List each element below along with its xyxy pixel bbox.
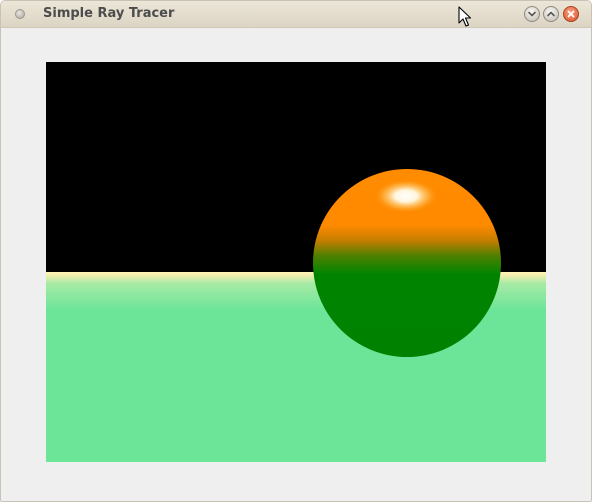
chevron-down-icon	[528, 11, 536, 17]
title-bar[interactable]: Simple Ray Tracer	[1, 1, 591, 28]
minimize-button[interactable]	[524, 6, 540, 22]
close-button[interactable]	[563, 6, 579, 22]
window-menu-icon[interactable]	[15, 9, 25, 19]
close-icon	[567, 10, 575, 18]
chevron-up-icon	[547, 11, 555, 17]
render-canvas[interactable]	[46, 62, 546, 462]
specular-highlight	[374, 179, 438, 213]
app-window: Simple Ray Tracer	[0, 0, 592, 502]
window-title: Simple Ray Tracer	[43, 6, 175, 21]
maximize-button[interactable]	[543, 6, 559, 22]
mouse-cursor-icon	[458, 6, 472, 27]
ray-traced-scene	[46, 62, 546, 462]
